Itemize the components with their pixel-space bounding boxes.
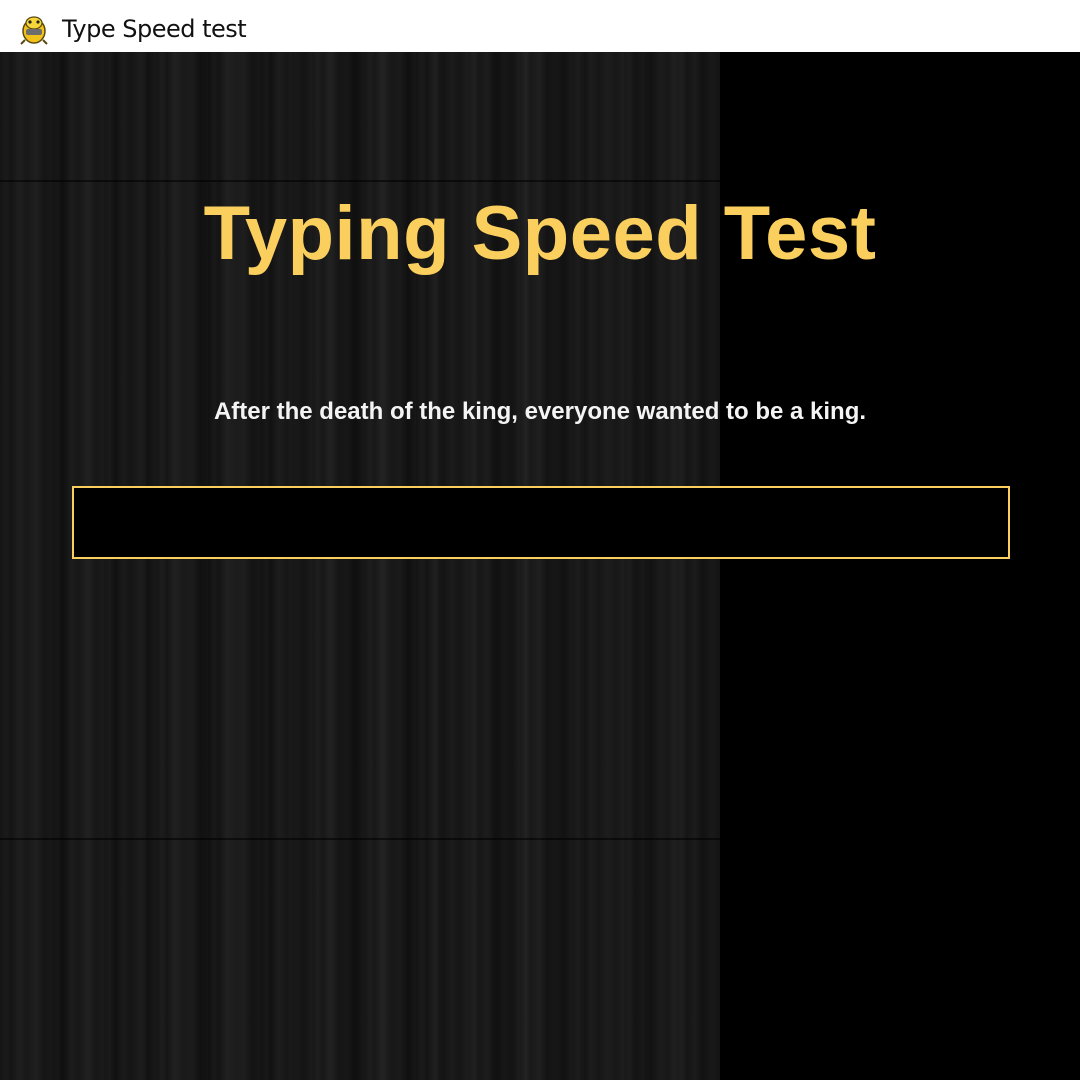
- wood-seam: [0, 838, 720, 840]
- pygame-snake-icon: [20, 16, 48, 45]
- target-sentence: After the death of the king, everyone wa…: [213, 398, 867, 425]
- typing-input[interactable]: [72, 486, 1010, 559]
- app-window: Type Speed test Typing Speed Test After …: [0, 0, 1080, 1080]
- title-bar[interactable]: Type Speed test: [0, 0, 1080, 52]
- wood-seam: [0, 180, 720, 182]
- page-title: Typing Speed Test: [203, 191, 877, 276]
- window-title: Type Speed test: [62, 15, 247, 43]
